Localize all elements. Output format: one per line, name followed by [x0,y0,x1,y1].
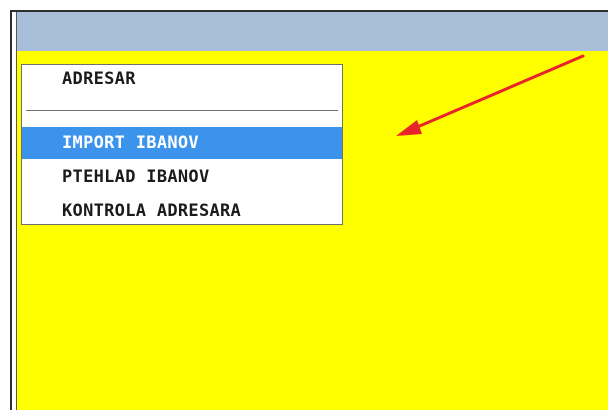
menu-item-kontrola-adresara[interactable]: KONTROLA ADRESARA [22,195,342,227]
menu-item-ptehlad-ibanov[interactable]: PTEHLAD IBANOV [22,161,342,193]
menu-item-import-ibanov[interactable]: IMPORT IBANOV [22,127,342,159]
popup-menu: ADRESAR IMPORT IBANOV PTEHLAD IBANOV KON… [21,64,343,225]
title-bar [17,12,608,51]
menu-title: ADRESAR [62,69,136,89]
menu-divider [26,110,338,111]
